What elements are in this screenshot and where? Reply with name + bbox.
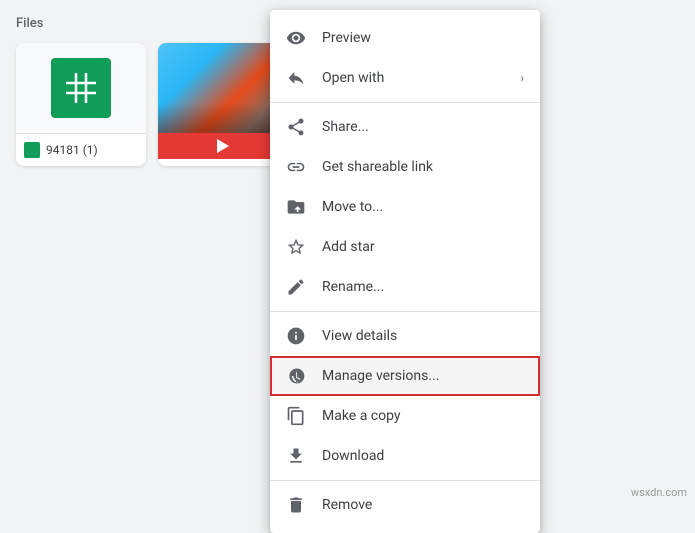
eye-icon: [286, 28, 306, 48]
menu-item-get-link[interactable]: Get shareable link: [270, 147, 540, 187]
file-thumb-image: [158, 43, 288, 133]
menu-label-move-to: Move to...: [322, 199, 524, 215]
menu-divider-2: [270, 311, 540, 312]
open-with-icon: [286, 68, 306, 88]
file-card-video[interactable]: [158, 43, 288, 166]
move-icon: [286, 197, 306, 217]
menu-item-make-copy[interactable]: Make a copy: [270, 396, 540, 436]
menu-item-move-to[interactable]: Move to...: [270, 187, 540, 227]
menu-divider-3: [270, 480, 540, 481]
menu-label-get-link: Get shareable link: [322, 159, 524, 175]
menu-label-preview: Preview: [322, 30, 524, 46]
menu-label-download: Download: [322, 448, 524, 464]
file-card-info-sheets: 94181 (1): [16, 133, 146, 166]
menu-label-rename: Rename...: [322, 279, 524, 295]
menu-item-manage-versions[interactable]: Manage versions...: [270, 356, 540, 396]
file-icon-small-sheets: [24, 142, 40, 158]
trash-icon: [286, 495, 306, 515]
menu-item-download[interactable]: Download: [270, 436, 540, 476]
sheets-icon: [51, 58, 111, 118]
context-menu: Preview Open with › Share... Get shareab…: [270, 10, 540, 533]
info-icon: [286, 326, 306, 346]
menu-divider-1: [270, 102, 540, 103]
menu-item-add-star[interactable]: Add star: [270, 227, 540, 267]
rename-icon: [286, 277, 306, 297]
link-icon: [286, 157, 306, 177]
download-icon: [286, 446, 306, 466]
star-icon: [286, 237, 306, 257]
menu-item-remove[interactable]: Remove: [270, 485, 540, 525]
file-thumb-sheets: [16, 43, 146, 133]
file-name-sheets: 94181 (1): [46, 143, 98, 157]
menu-label-open-with: Open with: [322, 70, 504, 86]
file-card-footer: [158, 133, 288, 159]
menu-label-manage-versions: Manage versions...: [322, 368, 524, 384]
share-icon: [286, 117, 306, 137]
watermark: wsxdn.com: [631, 486, 687, 499]
menu-item-preview[interactable]: Preview: [270, 18, 540, 58]
menu-item-view-details[interactable]: View details: [270, 316, 540, 356]
file-card-sheets[interactable]: 94181 (1): [16, 43, 146, 166]
chevron-right-icon: ›: [520, 71, 524, 85]
menu-item-open-with[interactable]: Open with ›: [270, 58, 540, 98]
menu-label-make-copy: Make a copy: [322, 408, 524, 424]
menu-label-share: Share...: [322, 119, 524, 135]
menu-label-view-details: View details: [322, 328, 524, 344]
menu-label-remove: Remove: [322, 497, 524, 513]
menu-item-share[interactable]: Share...: [270, 107, 540, 147]
play-icon: [217, 139, 229, 153]
menu-label-add-star: Add star: [322, 239, 524, 255]
versions-icon: [286, 366, 306, 386]
menu-item-rename[interactable]: Rename...: [270, 267, 540, 307]
copy-icon: [286, 406, 306, 426]
